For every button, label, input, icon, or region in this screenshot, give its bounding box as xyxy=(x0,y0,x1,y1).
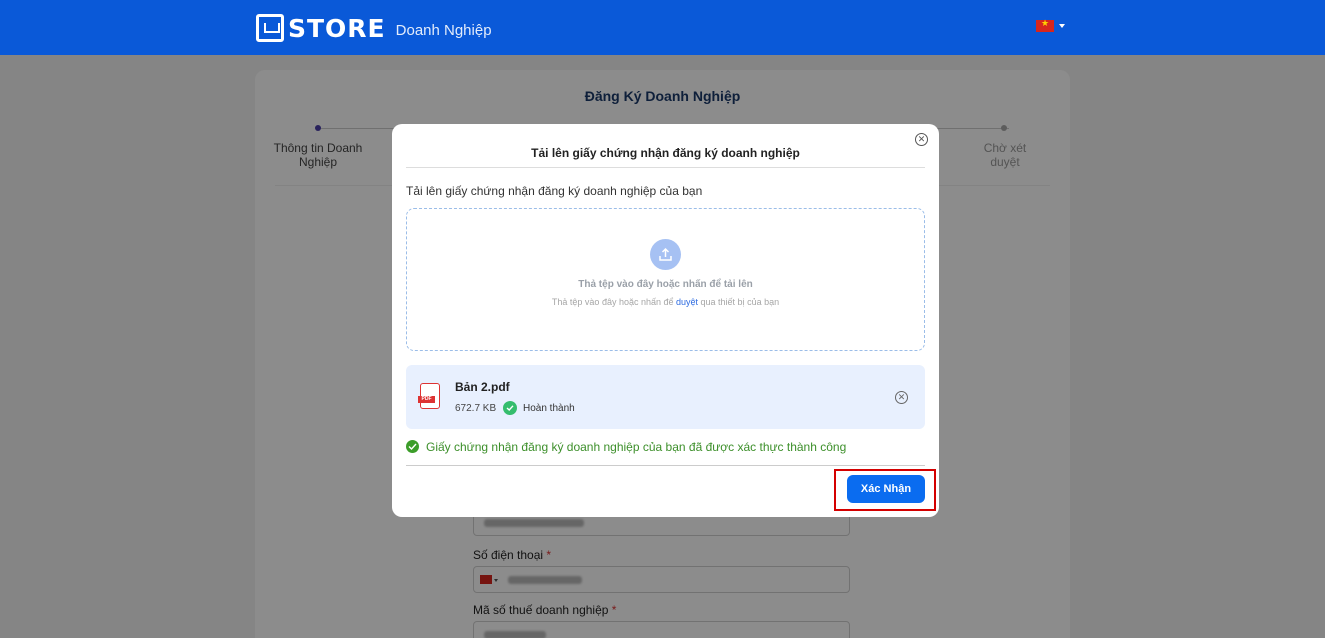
pdf-file-icon: PDF xyxy=(418,383,440,409)
dropzone-sub-text: Thả tệp vào đây hoặc nhấn để duyệt qua t… xyxy=(407,297,924,307)
upload-icon xyxy=(650,239,681,270)
logo-text: STORE xyxy=(288,13,386,43)
file-name: Bản 2.pdf xyxy=(455,380,510,394)
modal-footer-divider xyxy=(406,465,925,466)
file-size: 672.7 KB xyxy=(455,403,497,414)
caret-down-icon xyxy=(1059,24,1065,28)
upload-modal: ✕ Tải lên giấy chứng nhận đăng ký doanh … xyxy=(392,124,939,517)
modal-divider xyxy=(406,167,925,168)
cart-icon xyxy=(256,14,284,42)
confirm-button[interactable]: Xác Nhận xyxy=(847,475,925,503)
uploaded-file-item: PDF Bản 2.pdf 672.7 KB Hoàn thành ✕ xyxy=(406,365,925,429)
language-selector[interactable] xyxy=(1036,18,1065,32)
check-circle-icon xyxy=(503,401,517,415)
store-logo[interactable]: STORE Doanh Nghiệp xyxy=(256,13,492,43)
dropzone-sub-after: qua thiết bị của bạn xyxy=(698,297,780,307)
pdf-badge: PDF xyxy=(418,396,435,403)
flag-vn-icon xyxy=(1036,18,1054,32)
logo-subtitle: Doanh Nghiệp xyxy=(395,21,492,39)
file-dropzone[interactable]: Thả tệp vào đây hoặc nhấn để tải lên Thả… xyxy=(406,208,925,351)
modal-description: Tải lên giấy chứng nhận đăng ký doanh ng… xyxy=(406,184,703,198)
file-status: Hoàn thành xyxy=(523,403,575,414)
success-check-icon xyxy=(406,440,419,453)
close-icon[interactable]: ✕ xyxy=(915,133,928,146)
remove-file-icon[interactable]: ✕ xyxy=(895,391,908,404)
dropzone-main-text: Thả tệp vào đây hoặc nhấn để tải lên xyxy=(578,279,753,290)
browse-link[interactable]: duyệt xyxy=(676,297,698,307)
success-message: Giấy chứng nhận đăng ký doanh nghiệp của… xyxy=(426,440,847,454)
modal-title: Tải lên giấy chứng nhận đăng ký doanh ng… xyxy=(531,146,800,160)
dropzone-sub-before: Thả tệp vào đây hoặc nhấn để xyxy=(551,297,676,307)
top-header: STORE Doanh Nghiệp xyxy=(0,0,1325,55)
